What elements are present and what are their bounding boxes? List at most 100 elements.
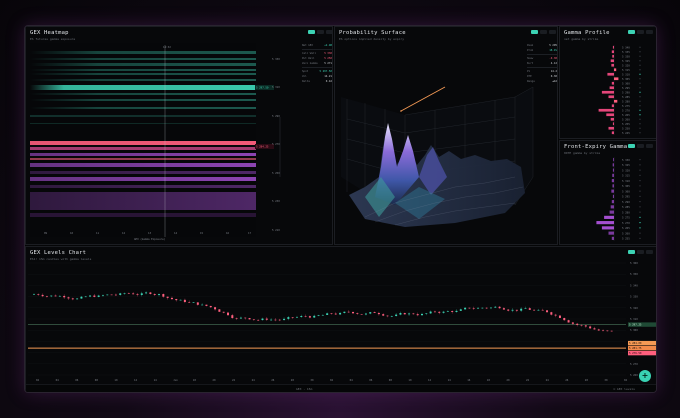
candle-body	[554, 314, 557, 316]
time-tick: 24	[252, 378, 256, 382]
strike-label: 5 290	[622, 90, 630, 94]
candle-body	[343, 311, 346, 313]
surface-3d-plot[interactable]	[335, 27, 558, 245]
candle-body	[58, 295, 61, 297]
candle-body	[537, 309, 540, 311]
stat-row: Prob 18.4%	[527, 48, 557, 53]
candle-body	[179, 299, 182, 301]
candle-body	[416, 314, 419, 316]
candle-body	[464, 307, 467, 310]
candle-body	[110, 294, 113, 296]
candle-body	[188, 302, 191, 303]
gamma-bar	[614, 77, 619, 81]
price-tick: 5 210	[272, 228, 280, 232]
time-tick: 16	[467, 378, 471, 382]
stat-row: Net GEX +2.4B	[302, 43, 332, 48]
candle-body	[201, 304, 204, 306]
strike-marker	[639, 123, 641, 125]
candlestick-chart[interactable]: 5 3605 3505 3405 3305 3205 3105 3005 290…	[26, 247, 657, 393]
gamma-bar	[604, 215, 614, 219]
add-button[interactable]: +	[639, 370, 651, 382]
candle-body	[196, 302, 199, 305]
candle-body	[300, 316, 303, 317]
gamma-bar	[612, 173, 614, 177]
time-tick: 02	[624, 378, 628, 382]
candle-body	[438, 311, 441, 313]
stat-label: Vol	[302, 75, 307, 78]
candle-body	[403, 313, 406, 315]
stat-label: Skew	[527, 57, 534, 60]
gamma-bar	[608, 126, 614, 130]
time-tick: 18	[193, 378, 197, 382]
cursor-time-label: 14:32	[163, 45, 171, 49]
gamma-bar	[612, 194, 614, 198]
heatmap-plot[interactable]: 14:32 5 297.50 5 284.25 5 330 5 310 5 29…	[26, 27, 333, 245]
candle-body	[270, 319, 273, 321]
strike-marker	[639, 206, 641, 208]
candle-body	[244, 317, 247, 319]
candle-body	[218, 309, 221, 312]
stat-row: Kurt 4.12	[527, 61, 557, 66]
time-tick: 14	[174, 231, 178, 235]
candle-body	[287, 317, 290, 319]
candle-body	[67, 297, 70, 299]
gamma-bar	[614, 68, 617, 72]
strike-label: 5 300	[622, 189, 630, 193]
gamma-bar	[611, 50, 614, 54]
candle-body	[166, 296, 169, 298]
candle-body	[162, 294, 165, 297]
candle-body	[123, 293, 126, 294]
time-tick: 14	[154, 378, 158, 382]
candle-body	[183, 299, 186, 303]
candle-body	[283, 318, 286, 320]
time-tick: 26	[271, 378, 275, 382]
candle-body	[119, 293, 122, 295]
strike-marker	[639, 159, 641, 161]
stat-label: Kurt	[527, 62, 534, 65]
candle-body	[606, 330, 609, 332]
strike-label: 5 300	[622, 81, 630, 85]
candle-body	[589, 326, 592, 329]
candle-body	[520, 308, 523, 311]
candle-body	[192, 302, 195, 303]
candle-body	[76, 298, 79, 300]
candle-body	[395, 314, 398, 317]
strike-marker	[639, 190, 641, 192]
gamma-bar	[612, 184, 614, 188]
candle-body	[602, 330, 605, 332]
strike-label: 5 295	[622, 195, 630, 199]
gamma-bar	[609, 210, 614, 214]
strike-marker	[639, 132, 641, 134]
time-tick: 24	[546, 378, 550, 382]
footer-label: GEX · 15m	[296, 387, 313, 391]
candle-body	[494, 306, 497, 308]
candle-body	[84, 296, 87, 298]
price-tick: 5 320	[630, 306, 638, 310]
strike-marker	[639, 60, 641, 62]
time-tick: 02	[36, 378, 40, 382]
candle-body	[175, 299, 178, 301]
time-tick: 12	[428, 378, 432, 382]
candle-body	[45, 296, 48, 297]
gamma-bar	[612, 163, 614, 167]
candle-body	[214, 307, 217, 310]
strike-marker	[639, 174, 641, 176]
candle-body	[408, 313, 411, 315]
time-tick: 16	[226, 231, 230, 235]
candle-body	[227, 312, 229, 316]
stat-label: Net GEX	[302, 44, 313, 47]
strike-label: 5 295	[622, 86, 630, 90]
candle-body	[326, 313, 329, 315]
strike-marker	[639, 91, 641, 93]
gamma-flip-tag: 5 297.25	[629, 323, 642, 327]
strike-marker	[639, 73, 641, 75]
candle-body	[252, 319, 255, 320]
candle-body	[257, 319, 260, 321]
strike-label: 5 320	[622, 168, 630, 172]
candle-body	[97, 295, 100, 297]
candle-body	[433, 311, 436, 313]
gamma-bar	[611, 200, 614, 204]
gamma-bar	[611, 236, 614, 240]
strike-marker	[639, 100, 641, 102]
strike-label: 5 315	[622, 174, 630, 178]
